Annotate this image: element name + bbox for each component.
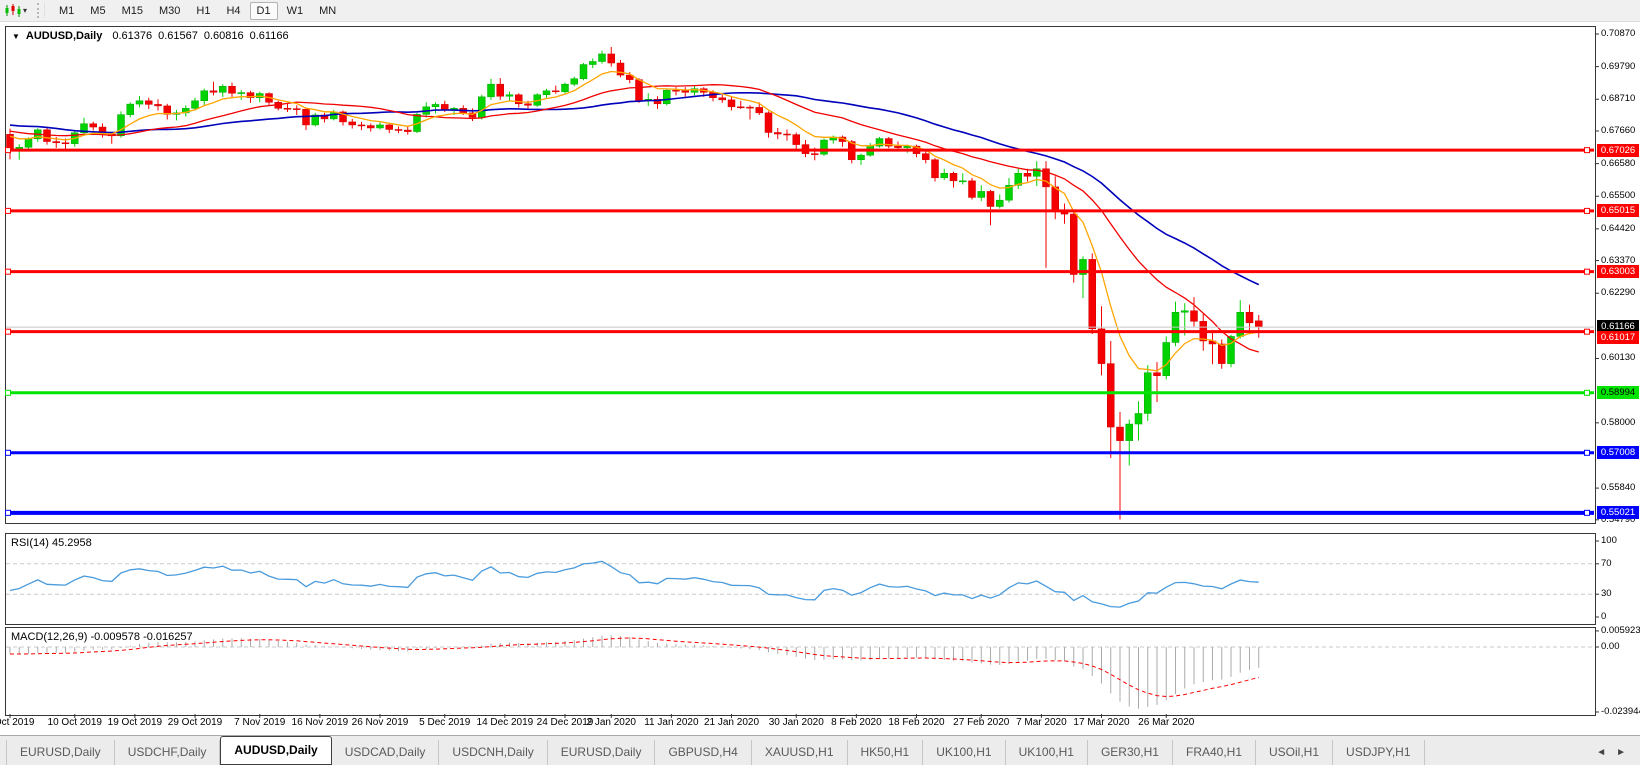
macd-panel[interactable] [5, 627, 1596, 716]
chart-tab-eurusd-daily[interactable]: EURUSD,Daily [548, 740, 656, 765]
price-axis-label: 0.65500 [1601, 190, 1636, 202]
rsi-axis-label: 100 [1601, 535, 1617, 546]
price-axis-label: 0.58000 [1601, 416, 1636, 428]
date-axis-label: 2 Jan 2020 [586, 717, 637, 728]
chart-tab-usdjpy-h1[interactable]: USDJPY,H1 [1333, 740, 1425, 765]
price-axis-label: 0.60130 [1601, 352, 1636, 364]
timeframe-button-w1[interactable]: W1 [280, 2, 311, 20]
date-axis-label: 24 Dec 2019 [536, 717, 594, 728]
line-price-tag: 0.58994 [1597, 386, 1639, 400]
chart-tab-fra40-h1[interactable]: FRA40,H1 [1173, 740, 1257, 765]
date-axis-label: 30 Jan 2020 [768, 717, 824, 728]
price-axis-label: 0.70870 [1601, 28, 1636, 39]
price-axis-label: 0.68710 [1601, 93, 1636, 105]
rsi-panel[interactable] [5, 533, 1596, 625]
chart-tab-usdcad-daily[interactable]: USDCAD,Daily [332, 740, 440, 765]
toolbar-grip[interactable] [37, 3, 46, 18]
ohlc-low: 0.60816 [203, 30, 244, 42]
timeframe-button-m30[interactable]: M30 [152, 2, 187, 20]
symbol-caret-icon[interactable]: ▼ [12, 32, 20, 41]
date-axis-label: 14 Dec 2019 [476, 717, 534, 728]
date-axis-label: 19 Oct 2019 [107, 717, 163, 728]
date-axis-label: 1 Oct 2019 [0, 717, 35, 728]
timeframe-button-d1[interactable]: D1 [249, 1, 278, 20]
chart-tab-usdchf-daily[interactable]: USDCHF,Daily [115, 740, 221, 765]
date-axis-label: 29 Oct 2019 [167, 717, 223, 728]
date-axis-label: 26 Mar 2020 [1138, 717, 1195, 728]
date-axis-label: 11 Jan 2020 [644, 717, 699, 728]
timeframe-button-h4[interactable]: H4 [219, 2, 247, 20]
chart-title: ▼ AUDUSD,Daily 0.61376 0.61567 0.60816 0… [12, 30, 289, 42]
rsi-axis-label: 0 [1601, 611, 1607, 622]
chart-tab-eurusd-daily[interactable]: EURUSD,Daily [6, 740, 115, 765]
date-axis-label: 5 Dec 2019 [419, 717, 471, 728]
date-axis-label: 10 Oct 2019 [47, 717, 102, 728]
chart-tab-audusd-daily[interactable]: AUDUSD,Daily [220, 736, 332, 765]
macd-label: MACD(12,26,9) -0.009578 -0.016257 [11, 631, 193, 643]
date-axis-label: 16 Nov 2019 [291, 717, 349, 728]
chart-tab-hk50-h1[interactable]: HK50,H1 [848, 740, 924, 765]
price-axis-label: 0.63370 [1601, 254, 1636, 266]
line-price-tag: 0.67026 [1597, 143, 1639, 157]
price-chart-panel[interactable] [5, 26, 1596, 524]
toolbar-caret-down-icon[interactable]: ▾ [23, 6, 27, 15]
chart-tab-xauusd-h1[interactable]: XAUUSD,H1 [752, 740, 848, 765]
date-axis-label: 26 Nov 2019 [351, 717, 409, 728]
price-axis-label: 0.62290 [1601, 287, 1636, 299]
timeframe-button-mn[interactable]: MN [312, 2, 343, 20]
line-price-tag: 0.57008 [1597, 446, 1639, 460]
price-axis-label: 0.55840 [1601, 482, 1636, 494]
tabs-scroll-right-icon[interactable]: ► [1616, 747, 1626, 758]
price-axis-label: 0.66580 [1601, 157, 1636, 169]
line-price-tag: 0.61017 [1597, 331, 1639, 345]
date-axis-label: 27 Feb 2020 [953, 717, 1010, 728]
chart-tab-usoil-h1[interactable]: USOil,H1 [1256, 740, 1334, 765]
timeframe-buttons: M1 M5 M15 M30 H1 H4 D1 W1 MN [51, 1, 344, 20]
price-axis-label: 0.69790 [1601, 60, 1636, 72]
date-axis-label: 7 Nov 2019 [234, 717, 286, 728]
date-axis-label: 17 Mar 2020 [1073, 717, 1130, 728]
rsi-label: RSI(14) 45.2958 [11, 537, 92, 549]
macd-axis-label: 0.005923 [1601, 624, 1640, 636]
date-axis-label: 7 Mar 2020 [1016, 717, 1067, 728]
timeframe-button-h1[interactable]: H1 [189, 2, 217, 20]
price-axis-label: 0.64420 [1601, 222, 1636, 234]
chart-tab-uk100-h1[interactable]: UK100,H1 [923, 740, 1006, 765]
timeframe-button-m5[interactable]: M5 [83, 2, 112, 20]
date-axis-label: 21 Jan 2020 [703, 717, 760, 728]
chart-tab-usdcnh-daily[interactable]: USDCNH,Daily [439, 740, 548, 765]
date-axis-label: 8 Feb 2020 [831, 717, 882, 728]
chart-indicator-icon[interactable] [4, 3, 22, 18]
chart-tab-uk100-h1[interactable]: UK100,H1 [1006, 740, 1088, 765]
chart-tab-bar: EURUSD,Daily USDCHF,Daily AUDUSD,Daily USDC… [0, 735, 1640, 765]
macd-axis-label: 0.00 [1601, 641, 1620, 652]
chart-tab-gbpusd-h4[interactable]: GBPUSD,H4 [655, 740, 752, 765]
rsi-axis-label: 30 [1601, 588, 1612, 600]
price-axis-label: 0.67660 [1601, 124, 1636, 136]
ohlc-close: 0.61166 [249, 30, 289, 42]
date-axis-label: 18 Feb 2020 [888, 717, 945, 728]
line-price-tag: 0.65015 [1597, 204, 1639, 218]
chart-tab-ger30-h1[interactable]: GER30,H1 [1088, 740, 1173, 765]
ohlc-high: 0.61567 [158, 30, 198, 42]
ohlc-open: 0.61376 [112, 30, 153, 42]
timeframe-button-m1[interactable]: M1 [52, 2, 81, 20]
timeframe-toolbar: ▾ M1 M5 M15 M30 H1 H4 D1 W1 MN [0, 0, 1640, 22]
line-price-tag: 0.63003 [1597, 265, 1639, 279]
line-price-tag: 0.55021 [1597, 506, 1639, 520]
macd-axis-label: -0.023944 [1601, 706, 1640, 717]
tabs-scroll-left-icon[interactable]: ◄ [1596, 747, 1606, 758]
chart-symbol-label: AUDUSD,Daily [25, 30, 103, 42]
chart-tabs: EURUSD,Daily USDCHF,Daily AUDUSD,Daily USDC… [0, 736, 1425, 765]
timeframe-button-m15[interactable]: M15 [115, 2, 150, 20]
rsi-axis-label: 70 [1601, 557, 1612, 569]
